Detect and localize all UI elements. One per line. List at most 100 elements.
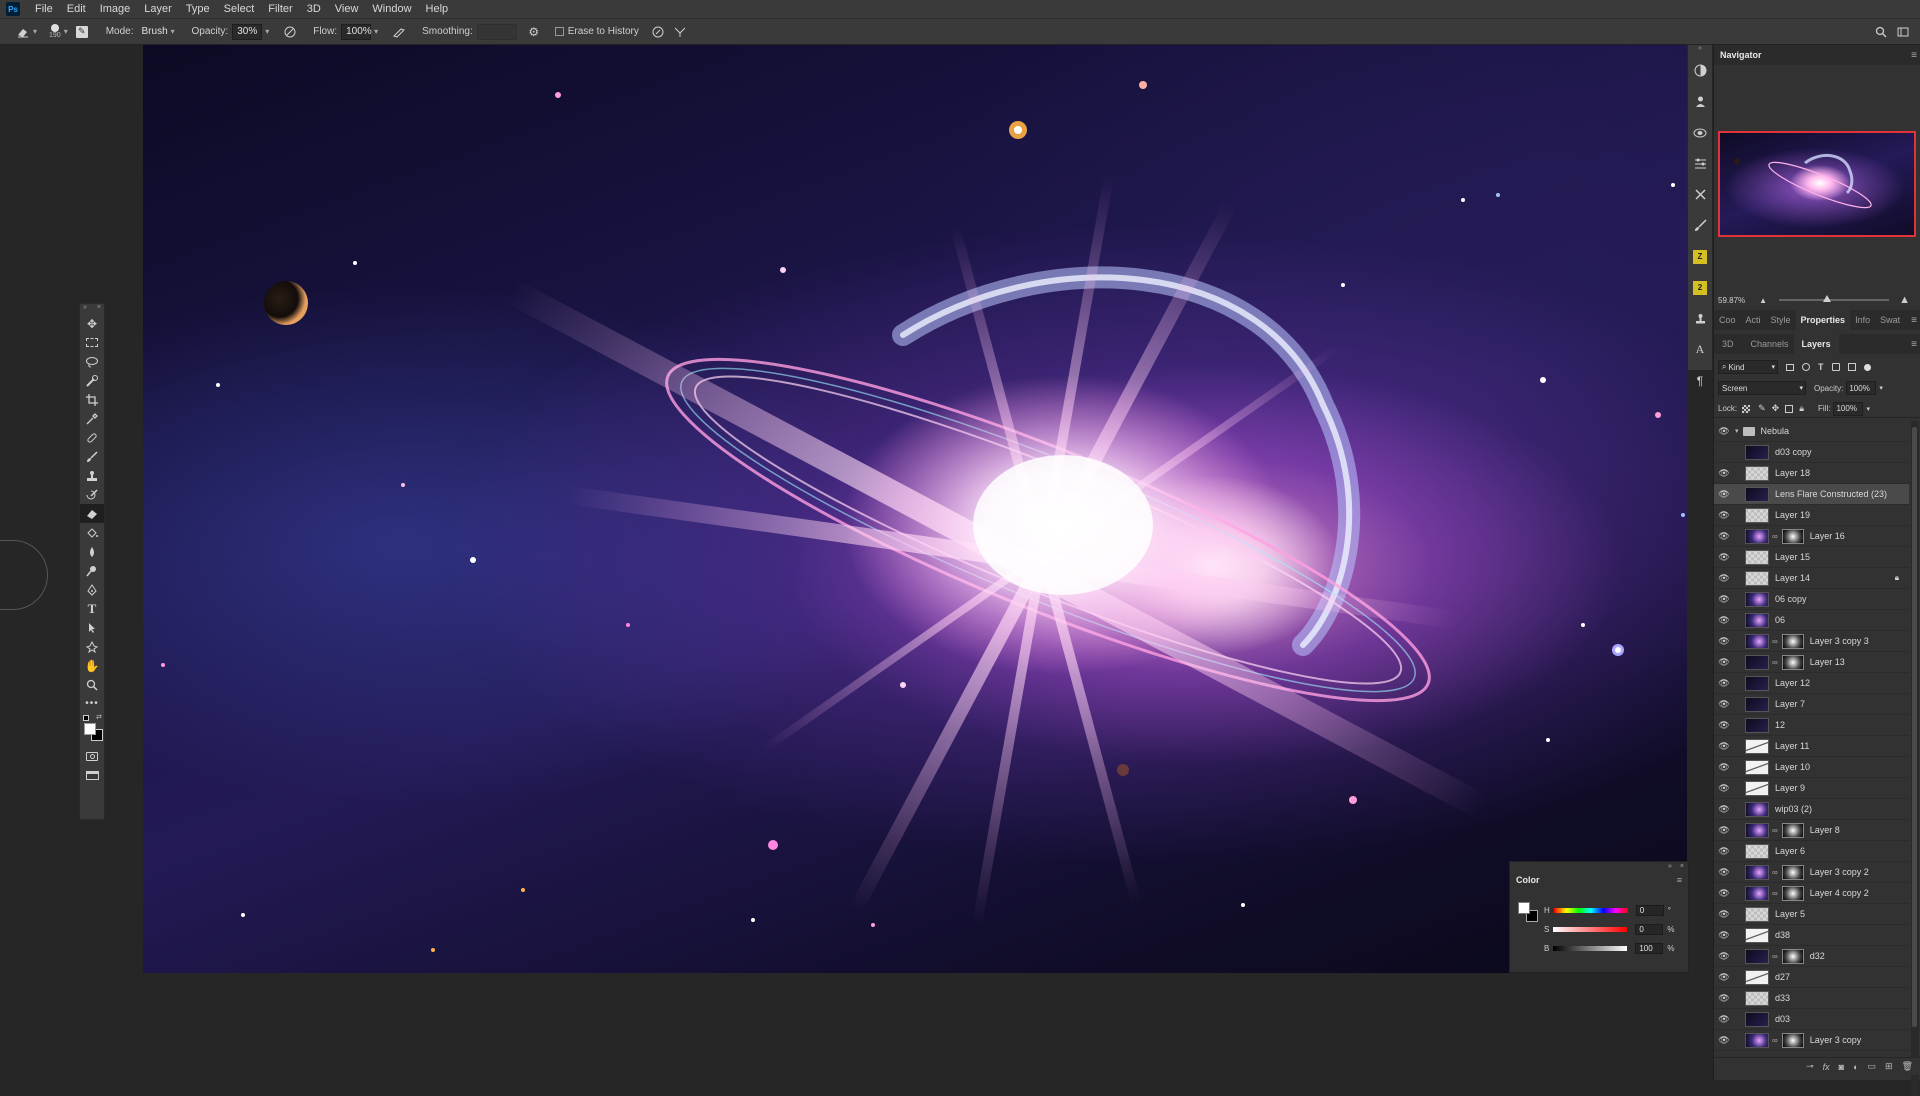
lasso-tool-icon[interactable]: [80, 352, 104, 371]
hue-slider[interactable]: [1553, 907, 1628, 913]
eraser-tool-preset-icon[interactable]: [16, 25, 30, 39]
layer-thumbnail[interactable]: [1745, 822, 1769, 838]
mask-link-icon[interactable]: ∞: [1772, 868, 1778, 877]
lock-artboard-icon[interactable]: [1785, 404, 1794, 413]
libraries-icon[interactable]: [1688, 117, 1712, 148]
color-panel-title[interactable]: Color: [1516, 875, 1540, 885]
add-mask-icon[interactable]: ◙: [1839, 1062, 1844, 1072]
menu-file[interactable]: File: [28, 3, 60, 15]
layer-opacity-caret-icon[interactable]: ▾: [1879, 384, 1883, 392]
strip-collapse-icon[interactable]: «: [1688, 45, 1712, 55]
layer-thumbnail[interactable]: [1745, 969, 1769, 985]
layer-thumbnail[interactable]: [1745, 906, 1769, 922]
mask-link-icon[interactable]: ∞: [1772, 889, 1778, 898]
visibility-eye-icon[interactable]: 👁︎: [1717, 888, 1731, 899]
filter-toggle-icon[interactable]: [1863, 363, 1871, 371]
layer-row[interactable]: 👁︎ 06: [1714, 610, 1909, 631]
menu-view[interactable]: View: [328, 3, 366, 15]
smoothing-gear-icon[interactable]: ⚙: [527, 25, 541, 39]
layers-scrollbar[interactable]: [1911, 421, 1919, 1096]
layer-row[interactable]: 👁︎ d38: [1714, 925, 1909, 946]
layer-thumbnail[interactable]: [1745, 1032, 1769, 1048]
zoom-tool-icon[interactable]: [80, 675, 104, 694]
layer-mask-thumbnail[interactable]: [1781, 885, 1804, 901]
layer-thumbnail[interactable]: [1745, 528, 1769, 544]
layer-row[interactable]: 👁︎ ∞ Layer 3 copy: [1714, 1030, 1909, 1051]
visibility-eye-icon[interactable]: 👁︎: [1717, 909, 1731, 920]
default-colors-icon[interactable]: [83, 715, 89, 721]
flow-caret-icon[interactable]: ▾: [374, 27, 378, 36]
lock-all-icon[interactable]: 🔒︎: [1799, 403, 1804, 414]
menu-type[interactable]: Type: [179, 3, 217, 15]
new-adjustment-icon[interactable]: ◐: [1853, 1062, 1858, 1072]
layer-row[interactable]: 👁︎ 06 copy: [1714, 589, 1909, 610]
layer-row[interactable]: 👁︎ d27: [1714, 967, 1909, 988]
visibility-eye-icon[interactable]: 👁︎: [1717, 615, 1731, 626]
layer-row[interactable]: 👁︎ ∞ Layer 13: [1714, 652, 1909, 673]
layer-row[interactable]: 👁︎ Layer 6: [1714, 841, 1909, 862]
paint-bucket-tool-icon[interactable]: [80, 523, 104, 542]
tab-3d[interactable]: 3D: [1714, 339, 1739, 349]
layer-mask-thumbnail[interactable]: [1781, 654, 1804, 670]
tab-actions[interactable]: Acti: [1741, 315, 1766, 325]
layer-row[interactable]: 👁︎ ∞ d32: [1714, 946, 1909, 967]
dodge-tool-icon[interactable]: [80, 561, 104, 580]
layer-style-icon[interactable]: fx: [1823, 1062, 1830, 1072]
brightness-value[interactable]: 100: [1635, 942, 1664, 954]
layer-mask-thumbnail[interactable]: [1781, 948, 1804, 964]
layer-row[interactable]: 👁︎ d33: [1714, 988, 1909, 1009]
visibility-eye-icon[interactable]: 👁︎: [1717, 657, 1731, 668]
paragraph-panel-icon[interactable]: ¶: [1688, 365, 1712, 396]
layer-row[interactable]: 👁︎ Layer 9: [1714, 778, 1909, 799]
healing-brush-tool-icon[interactable]: [80, 428, 104, 447]
layer-mask-thumbnail[interactable]: [1781, 1032, 1804, 1048]
history-panel-icon[interactable]: 2: [1688, 272, 1712, 303]
visibility-eye-icon[interactable]: 👁︎: [1717, 930, 1731, 941]
layer-mask-thumbnail[interactable]: [1781, 528, 1804, 544]
brushes-panel-icon[interactable]: [1688, 210, 1712, 241]
visibility-eye-icon[interactable]: 👁︎: [1717, 783, 1731, 794]
more-tools-icon[interactable]: •••: [80, 694, 104, 713]
visibility-eye-icon[interactable]: 👁︎: [1717, 720, 1731, 731]
layer-thumbnail[interactable]: [1745, 864, 1769, 880]
mask-link-icon[interactable]: ∞: [1772, 637, 1778, 646]
brightness-slider[interactable]: [1553, 945, 1628, 951]
layer-row[interactable]: 👁︎ ∞ Layer 3 copy 2: [1714, 862, 1909, 883]
navigator-title[interactable]: Navigator: [1718, 50, 1762, 60]
layer-mask-thumbnail[interactable]: [1781, 864, 1804, 880]
move-tool-icon[interactable]: ✥: [80, 314, 104, 333]
erase-history-checkbox[interactable]: [554, 27, 564, 36]
navigator-zoom-value[interactable]: 59.87%: [1718, 296, 1745, 305]
saturation-value[interactable]: 0: [1635, 923, 1664, 935]
layer-thumbnail[interactable]: [1745, 654, 1769, 670]
visibility-eye-icon[interactable]: 👁︎: [1717, 699, 1731, 710]
zoom-in-icon[interactable]: ▲: [1899, 294, 1910, 306]
custom-shape-tool-icon[interactable]: [80, 637, 104, 656]
layer-row[interactable]: 👁︎ ∞ Layer 8: [1714, 820, 1909, 841]
filter-pixel-icon[interactable]: [1786, 363, 1794, 371]
menu-help[interactable]: Help: [419, 3, 456, 15]
brush-size-picker[interactable]: 190: [49, 24, 61, 39]
menu-image[interactable]: Image: [93, 3, 138, 15]
filter-type-icon[interactable]: T: [1818, 362, 1824, 372]
visibility-eye-icon[interactable]: 👁︎: [1717, 741, 1731, 752]
layer-thumbnail[interactable]: [1745, 549, 1769, 565]
layer-row[interactable]: 👁︎ Layer 7: [1714, 694, 1909, 715]
visibility-eye-icon[interactable]: 👁︎: [1717, 468, 1731, 479]
opacity-caret-icon[interactable]: ▾: [265, 27, 269, 36]
adjustments-icon[interactable]: [1688, 55, 1712, 86]
color-panel-menu-icon[interactable]: ≡: [1677, 875, 1682, 885]
properties-menu-icon[interactable]: ≡: [1911, 315, 1917, 326]
layer-thumbnail[interactable]: [1745, 591, 1769, 607]
zoom-out-icon[interactable]: ▲: [1759, 296, 1767, 305]
brush-tool-icon[interactable]: [80, 447, 104, 466]
airbrush-icon[interactable]: [392, 25, 406, 39]
layers-scrollbar-thumb[interactable]: [1912, 427, 1917, 1027]
color-panel-swatches[interactable]: [1518, 902, 1540, 924]
tab-info[interactable]: Info: [1850, 315, 1875, 325]
visibility-eye-icon[interactable]: 👁︎: [1717, 762, 1731, 773]
swap-colors-icon[interactable]: ⇄: [96, 713, 102, 721]
layer-kind-select[interactable]: ⌕ Kind ▾: [1718, 360, 1778, 374]
layer-row[interactable]: 👁︎ ∞ Layer 4 copy 2: [1714, 883, 1909, 904]
path-selection-tool-icon[interactable]: [80, 618, 104, 637]
